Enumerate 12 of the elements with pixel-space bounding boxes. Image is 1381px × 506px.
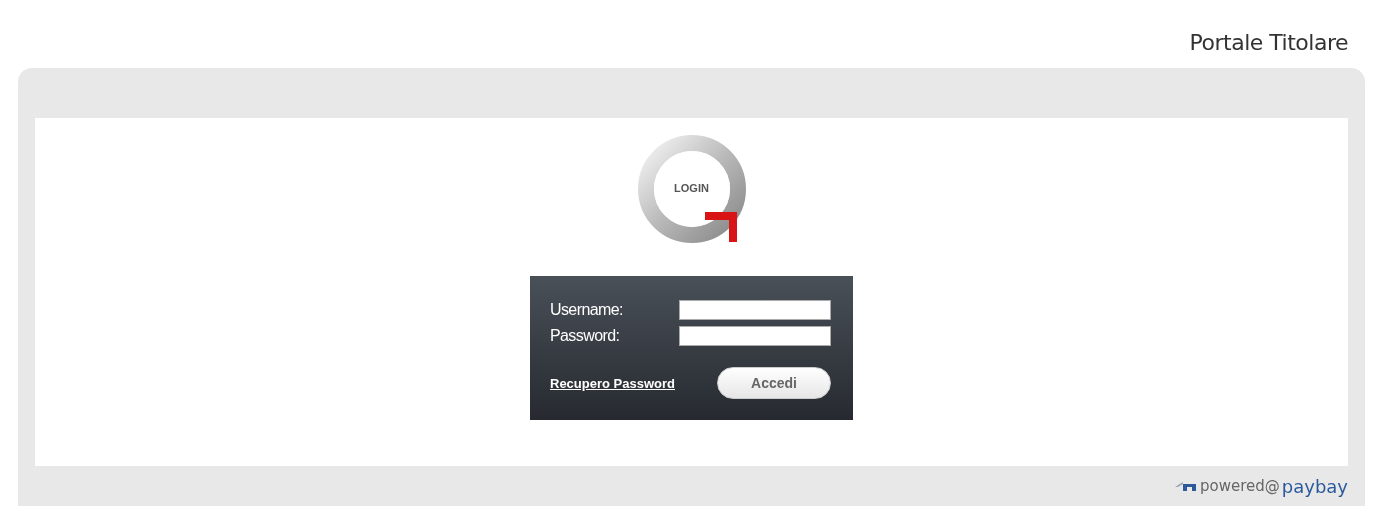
field-label: Username: <box>550 301 623 319</box>
brand-name: paybay <box>1281 475 1348 497</box>
login-button[interactable]: Accedi <box>717 367 831 399</box>
page-title: Portale Titolare <box>1189 29 1348 55</box>
brand-icon <box>1174 480 1198 493</box>
field-label: Password: <box>550 327 620 345</box>
ring-logo-icon <box>636 134 747 244</box>
powered-text: powered@ <box>1200 477 1280 496</box>
logo-text: LOGIN <box>673 182 710 194</box>
input-field[interactable] <box>679 300 831 320</box>
recover-password-link[interactable]: Recupero Password <box>550 375 675 391</box>
input-field[interactable] <box>679 326 831 346</box>
